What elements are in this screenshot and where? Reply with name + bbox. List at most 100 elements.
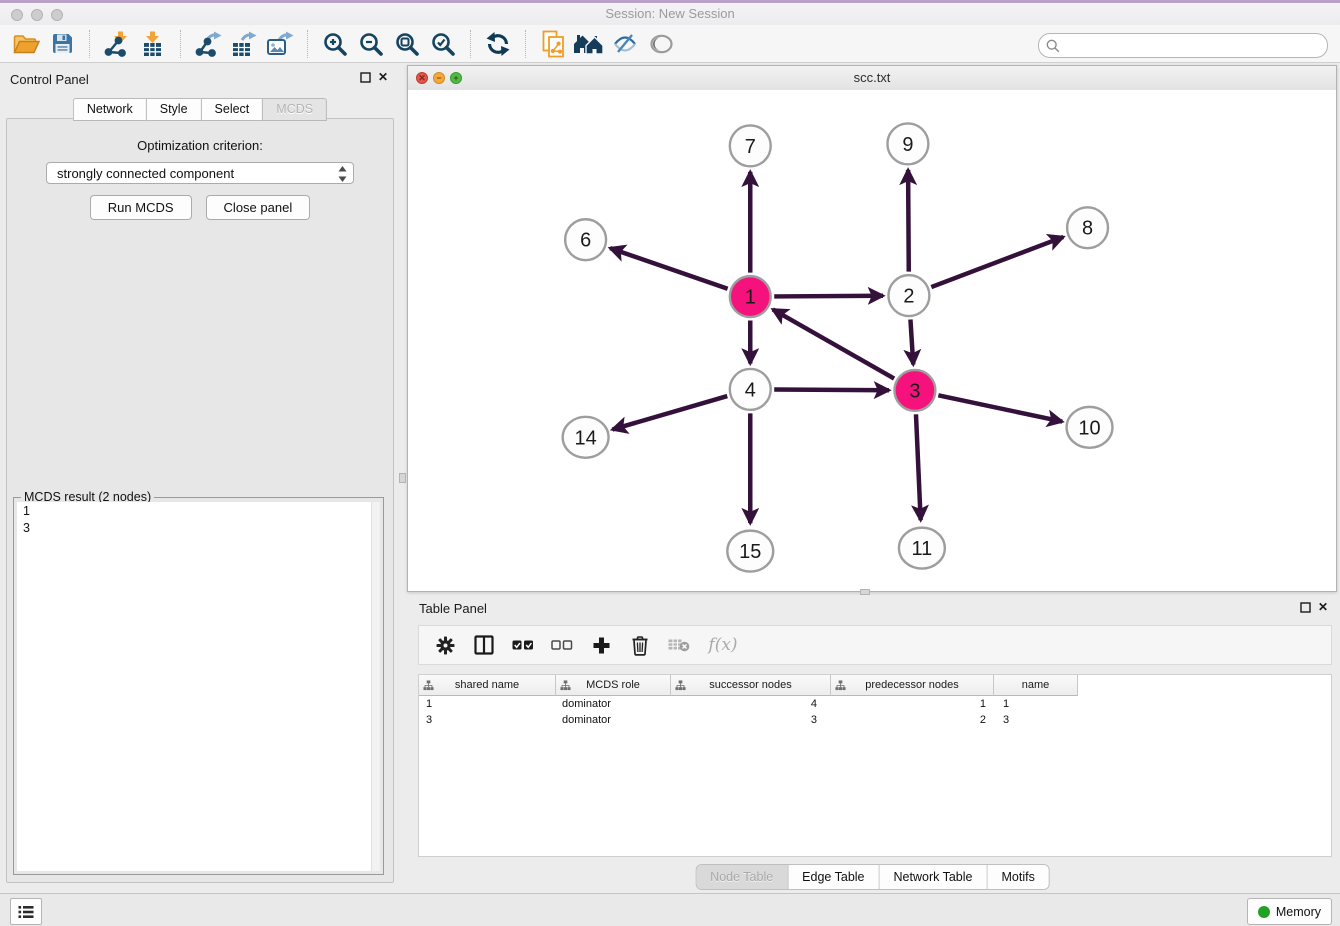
export-network-icon <box>195 31 222 57</box>
table-toolbar: f(x) <box>418 625 1332 665</box>
add-column-button[interactable] <box>590 633 612 657</box>
export-image-button[interactable] <box>262 28 298 60</box>
save-disk-icon <box>51 32 74 55</box>
hide-graphics-details-button[interactable] <box>607 28 643 60</box>
task-history-button[interactable] <box>10 898 42 925</box>
column-header-shared-name[interactable]: shared name <box>419 675 556 696</box>
network-window-titlebar[interactable]: ✕ − + scc.txt <box>408 66 1336 91</box>
tab-mcds[interactable]: MCDS <box>262 98 327 121</box>
refresh-icon <box>485 31 511 57</box>
eye-slash-icon <box>612 33 638 55</box>
cell-successor-nodes[interactable]: 4 <box>671 696 831 712</box>
import-network-button[interactable] <box>99 28 135 60</box>
svg-text:14: 14 <box>575 427 597 449</box>
show-column-button[interactable] <box>473 633 495 657</box>
column-header-predecessor-nodes[interactable]: predecessor nodes <box>831 675 994 696</box>
import-table-button[interactable] <box>135 28 171 60</box>
refresh-layout-button[interactable] <box>480 28 516 60</box>
zoom-selected-button[interactable] <box>425 28 461 60</box>
column-header-successor-nodes[interactable]: successor nodes <box>671 675 831 696</box>
network-canvas[interactable]: 7968124314101511 <box>408 90 1336 591</box>
svg-text:11: 11 <box>912 538 933 560</box>
export-network-button[interactable] <box>190 28 226 60</box>
column-label: successor nodes <box>709 679 792 691</box>
cell-mcds-role[interactable]: dominator <box>556 712 671 728</box>
select-all-columns-button[interactable] <box>512 633 534 657</box>
vertical-splitter-handle[interactable] <box>399 473 406 483</box>
network-graph[interactable]: 7968124314101511 <box>408 90 1336 591</box>
cell-successor-nodes[interactable]: 3 <box>671 712 831 728</box>
window-title: Session: New Session <box>0 6 1340 21</box>
show-graphics-details-button[interactable] <box>643 28 679 60</box>
close-panel-button[interactable]: Close panel <box>206 195 311 220</box>
criterion-select[interactable]: strongly connected component <box>46 162 354 184</box>
tab-select[interactable]: Select <box>201 98 263 121</box>
zoom-in-button[interactable] <box>317 28 353 60</box>
delete-column-button[interactable] <box>629 633 651 657</box>
node-table[interactable]: shared name MCDS role successor nodes <box>418 674 1332 857</box>
memory-button[interactable]: Memory <box>1247 898 1332 925</box>
delete-table-icon <box>668 638 690 652</box>
criterion-value: strongly connected component <box>57 166 234 181</box>
open-file-button[interactable] <box>8 28 44 60</box>
table-tabs: Node Table Edge Table Network Table Moti… <box>695 864 1050 890</box>
window-titlebar: Session: New Session <box>0 0 1340 25</box>
toolbar-separator <box>525 30 526 58</box>
mcds-result-box: MCDS result (2 nodes) 1 3 <box>13 497 384 875</box>
export-table-icon <box>231 31 257 57</box>
close-panel-icon[interactable]: ✕ <box>378 71 388 83</box>
memory-label: Memory <box>1276 905 1321 919</box>
cell-predecessor-nodes[interactable]: 2 <box>831 712 994 728</box>
search-box <box>1038 33 1328 58</box>
search-input[interactable] <box>1060 37 1327 55</box>
column-header-mcds-role[interactable]: MCDS role <box>556 675 671 696</box>
table-row[interactable]: 3 dominator 3 2 3 <box>419 712 1331 728</box>
toolbar-separator <box>470 30 471 58</box>
tab-edge-table[interactable]: Edge Table <box>788 865 879 889</box>
list-icon <box>18 905 34 919</box>
toolbar-separator <box>89 30 90 58</box>
svg-text:3: 3 <box>909 380 920 402</box>
zoom-out-button[interactable] <box>353 28 389 60</box>
close-table-panel-icon[interactable]: ✕ <box>1318 601 1328 613</box>
save-session-button[interactable] <box>44 28 80 60</box>
control-panel-tabs: Network Style Select MCDS <box>73 98 327 121</box>
memory-status-icon <box>1258 906 1270 918</box>
unselect-all-columns-button[interactable] <box>551 633 573 657</box>
network-window-title: scc.txt <box>408 70 1336 85</box>
svg-text:1: 1 <box>745 287 756 309</box>
table-panel-title: Table Panel <box>419 601 487 616</box>
cell-shared-name[interactable]: 3 <box>419 712 556 728</box>
cell-shared-name[interactable]: 1 <box>419 696 556 712</box>
apply-layout-button[interactable] <box>571 28 607 60</box>
run-mcds-button[interactable]: Run MCDS <box>90 195 192 220</box>
delete-table-button[interactable] <box>668 633 690 657</box>
tab-network-table[interactable]: Network Table <box>880 865 988 889</box>
cell-mcds-role[interactable]: dominator <box>556 696 671 712</box>
tab-style[interactable]: Style <box>146 98 201 121</box>
mcds-result-text[interactable]: 1 3 <box>17 502 372 871</box>
toolbar-separator <box>307 30 308 58</box>
column-label: MCDS role <box>586 679 640 691</box>
column-header-name[interactable]: name <box>994 675 1078 696</box>
table-options-button[interactable] <box>434 633 456 657</box>
float-table-panel-icon[interactable] <box>1300 602 1311 613</box>
float-panel-icon[interactable] <box>360 72 371 83</box>
tab-motifs[interactable]: Motifs <box>987 865 1048 889</box>
clone-network-button[interactable] <box>535 28 571 60</box>
zoom-fit-button[interactable] <box>389 28 425 60</box>
tab-network[interactable]: Network <box>73 98 146 121</box>
tab-node-table[interactable]: Node Table <box>696 865 788 889</box>
export-table-button[interactable] <box>226 28 262 60</box>
function-builder-button[interactable]: f(x) <box>707 633 739 657</box>
svg-text:8: 8 <box>1082 218 1093 240</box>
cell-name[interactable]: 1 <box>994 696 1078 712</box>
plus-icon <box>592 636 611 655</box>
houses-icon <box>573 32 605 56</box>
cell-name[interactable]: 3 <box>994 712 1078 728</box>
export-image-icon <box>266 31 294 57</box>
control-panel-title: Control Panel <box>10 72 89 87</box>
cell-predecessor-nodes[interactable]: 1 <box>831 696 994 712</box>
table-row[interactable]: 1 dominator 4 1 1 <box>419 696 1331 712</box>
result-scrollbar[interactable] <box>371 502 380 871</box>
